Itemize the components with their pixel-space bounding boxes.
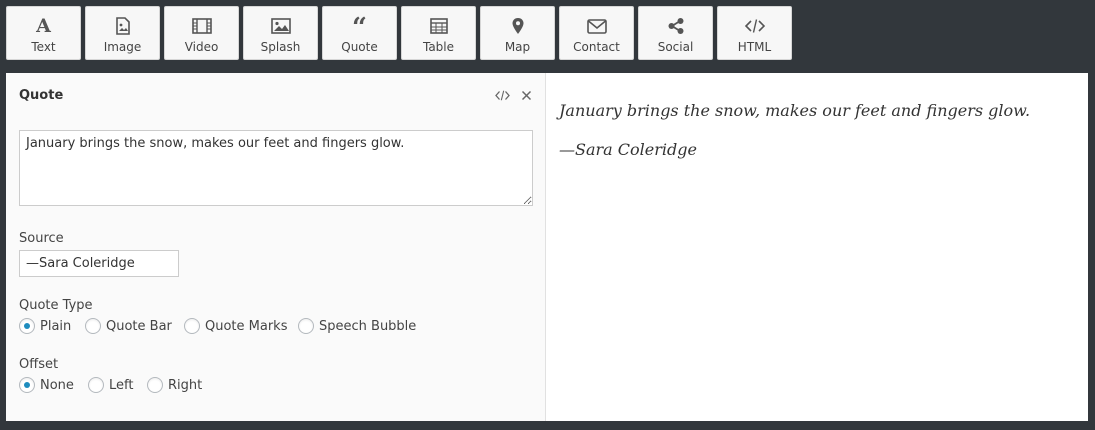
close-button[interactable] [518, 87, 534, 103]
image-block-button[interactable]: Image [85, 6, 160, 60]
envelope-icon [586, 18, 607, 34]
radio-speech-bubble[interactable] [298, 318, 314, 334]
quote-type-quote-bar[interactable]: Quote Bar [85, 317, 172, 335]
text-block-label: Text [31, 40, 56, 54]
social-block-button[interactable]: Social [638, 6, 713, 60]
contact-block-button[interactable]: Contact [559, 6, 634, 60]
share-icon [668, 18, 683, 34]
image-icon [115, 17, 130, 35]
radio-label: Quote Marks [205, 318, 288, 334]
code-icon [494, 90, 510, 100]
quote-text-input[interactable]: January brings the snow, makes our feet … [19, 130, 533, 206]
editor-title: Quote [19, 88, 64, 103]
quote-block-panel: Quote January brings the snow, makes our… [6, 73, 1088, 421]
radio-label: Right [168, 377, 203, 393]
video-block-button[interactable]: Video [164, 6, 239, 60]
preview-quote-text: January brings the snow, makes our feet … [559, 101, 1031, 120]
quote-type-speech-bubble[interactable]: Speech Bubble [298, 317, 416, 335]
splash-icon [270, 18, 291, 34]
radio-quote-bar[interactable] [85, 318, 101, 334]
radio-left[interactable] [88, 377, 104, 393]
splash-block-button[interactable]: Splash [243, 6, 318, 60]
radio-label: Quote Bar [106, 318, 172, 334]
radio-label: Left [109, 377, 134, 393]
radio-label: Plain [40, 318, 72, 334]
close-icon [521, 90, 531, 100]
offset-none[interactable]: None [19, 376, 74, 394]
radio-label: None [40, 377, 74, 393]
radio-plain[interactable] [19, 318, 35, 334]
map-block-button[interactable]: Map [480, 6, 555, 60]
text-icon: A [36, 15, 51, 37]
view-code-button[interactable] [493, 87, 511, 103]
video-block-label: Video [184, 40, 219, 54]
contact-block-label: Contact [573, 40, 620, 54]
table-block-button[interactable]: Table [401, 6, 476, 60]
html-block-button[interactable]: HTML [717, 6, 792, 60]
quote-block-button[interactable]: “ Quote [322, 6, 397, 60]
quote-type-label: Quote Type [19, 298, 93, 313]
preview-source-text: —Sara Coleridge [559, 140, 697, 159]
map-block-label: Map [504, 40, 531, 54]
html-block-label: HTML [737, 40, 772, 54]
video-icon [191, 18, 212, 34]
table-icon [429, 18, 448, 34]
splash-block-label: Splash [260, 40, 301, 54]
code-icon [744, 19, 765, 33]
image-block-label: Image [103, 40, 142, 54]
offset-label: Offset [19, 357, 59, 372]
quote-preview: January brings the snow, makes our feet … [547, 73, 1088, 421]
radio-label: Speech Bubble [319, 318, 417, 334]
map-pin-icon [512, 18, 523, 34]
radio-none[interactable] [19, 377, 35, 393]
source-input[interactable] [19, 250, 179, 277]
social-block-label: Social [657, 40, 694, 54]
quote-editor: Quote January brings the snow, makes our… [6, 73, 546, 421]
table-block-label: Table [422, 40, 455, 54]
radio-right[interactable] [147, 377, 163, 393]
quote-block-label: Quote [341, 40, 378, 54]
offset-right[interactable]: Right [147, 376, 202, 394]
text-block-button[interactable]: A Text [6, 6, 81, 60]
quote-type-plain[interactable]: Plain [19, 317, 71, 335]
radio-quote-marks[interactable] [184, 318, 200, 334]
source-label: Source [19, 231, 64, 246]
quote-type-quote-marks[interactable]: Quote Marks [184, 317, 287, 335]
quote-icon: “ [352, 16, 367, 36]
offset-left[interactable]: Left [88, 376, 133, 394]
